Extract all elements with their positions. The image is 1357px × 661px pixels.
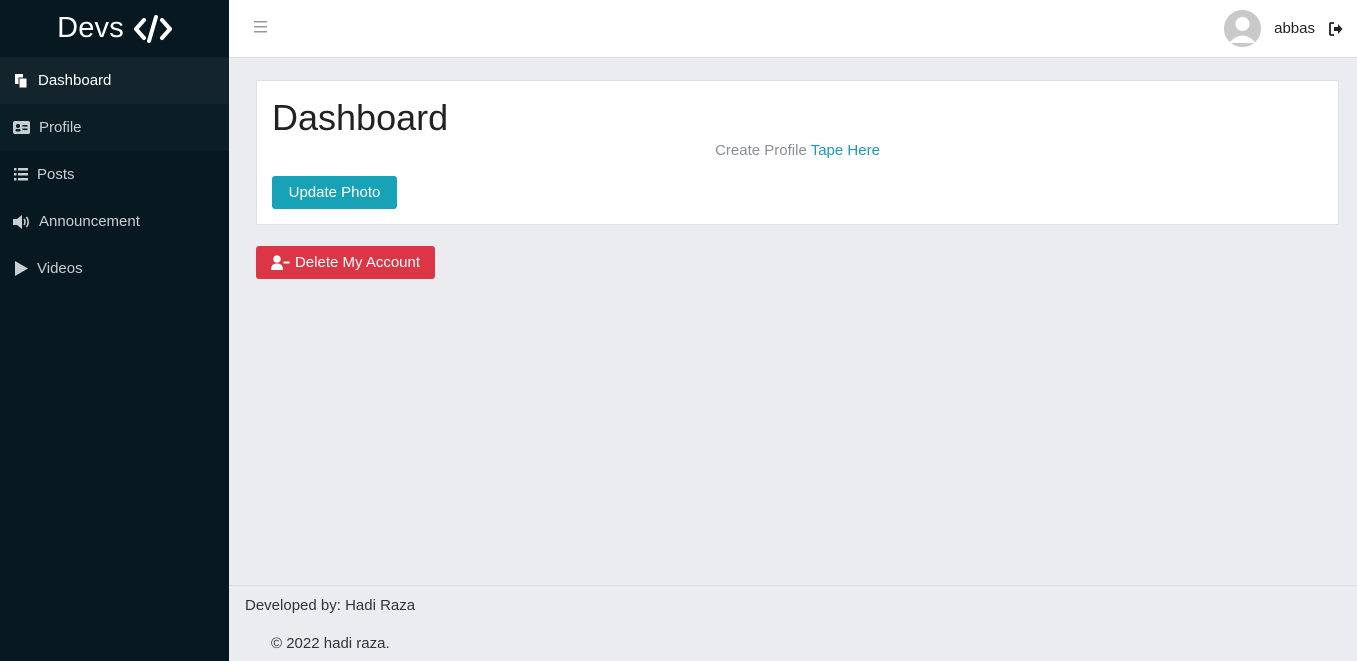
footer: Developed by: Hadi Raza © 2022 hadi raza… [229,585,1357,661]
sidebar-item-label: Announcement [39,213,140,230]
code-icon [133,14,172,43]
id-card-icon [13,120,30,136]
hamburger-icon[interactable] [253,17,269,35]
create-profile-link[interactable]: Tape Here [811,142,880,159]
sidebar-item-announcement[interactable]: Announcement [0,198,229,245]
list-icon [13,167,29,183]
avatar[interactable] [1224,10,1262,47]
sidebar-item-label: Posts [37,166,75,183]
update-photo-button[interactable]: Update Photo [272,176,397,209]
create-profile-text: Create Profile [715,142,807,159]
dashboard-card: Dashboard Create Profile Tape Here Updat… [256,80,1339,225]
volume-icon [13,214,31,230]
sidebar-item-dashboard[interactable]: Dashboard [0,57,229,104]
brand[interactable]: Devs [0,0,229,57]
developer-credit: Developed by: Hadi Raza [245,597,416,614]
sidebar-item-label: Profile [39,119,82,136]
brand-name: Devs [57,12,124,44]
copyright: © 2022 hadi raza. [271,635,390,652]
sidebar-item-videos[interactable]: Videos [0,245,229,292]
delete-account-label: Delete My Account [294,254,421,271]
create-profile-row: Create Profile Tape Here [257,142,1338,159]
user-minus-icon [270,255,290,270]
sidebar: Devs Dashboard Profile Posts Announcemen [0,0,229,661]
sidebar-item-label: Dashboard [38,72,112,89]
sidebar-item-label: Videos [37,260,83,277]
sidebar-item-posts[interactable]: Posts [0,151,229,198]
delete-account-button[interactable]: Delete My Account [256,246,435,279]
copy-icon [13,73,29,89]
sidebar-item-profile[interactable]: Profile [0,104,229,151]
user-menu: abbas [1224,0,1357,57]
sign-out-icon[interactable] [1329,21,1343,36]
topbar: abbas [229,0,1357,58]
page-title: Dashboard [272,97,449,138]
play-icon [13,261,29,277]
username[interactable]: abbas [1274,20,1315,37]
